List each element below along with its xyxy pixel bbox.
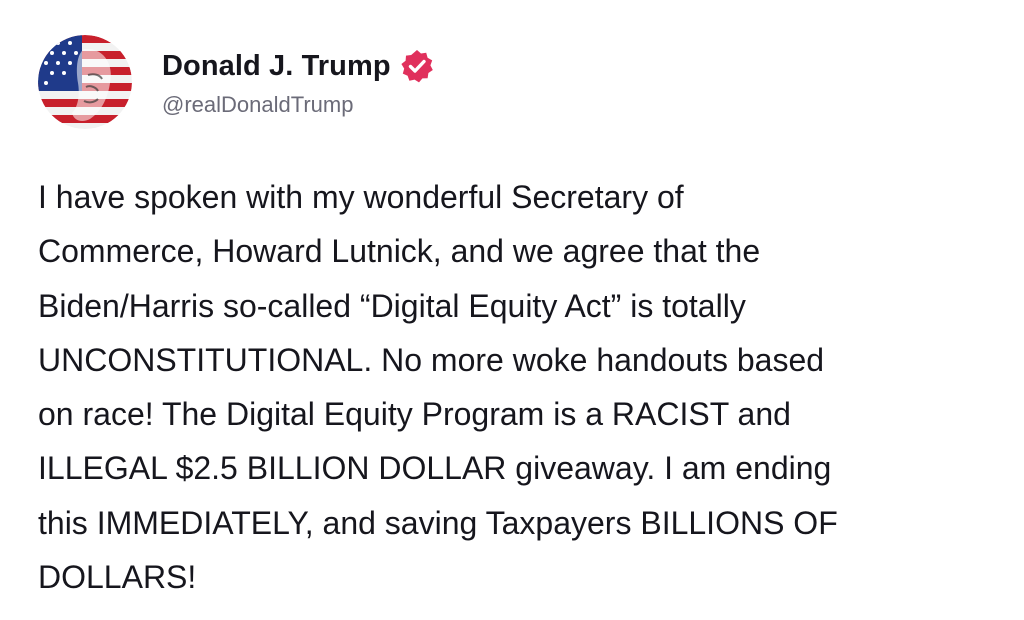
author-display-name[interactable]: Donald J. Trump xyxy=(162,50,391,83)
post-line: I have spoken with my wonderful Secretar… xyxy=(38,179,684,215)
verified-badge-icon xyxy=(399,48,435,84)
post-body: I have spoken with my wonderful Secretar… xyxy=(38,170,998,604)
post-line: UNCONSTITUTIONAL. No more woke handouts … xyxy=(38,341,825,378)
post-card: Donald J. Trump @realDonaldTrump I have … xyxy=(0,0,1024,620)
post-line: Biden/Harris so-called “Digital Equity A… xyxy=(38,287,746,324)
author-avatar[interactable] xyxy=(38,35,132,129)
name-row: Donald J. Trump xyxy=(162,46,435,86)
post-line: Commerce, Howard Lutnick, and we agree t… xyxy=(38,233,761,270)
author-handle[interactable]: @realDonaldTrump xyxy=(162,92,435,118)
post-line: DOLLARS! xyxy=(38,559,197,596)
post-line: this IMMEDIATELY, and saving Taxpayers B… xyxy=(38,504,838,541)
author-identity: Donald J. Trump @realDonaldTrump xyxy=(162,46,435,118)
post-header: Donald J. Trump @realDonaldTrump xyxy=(38,34,435,130)
user-avatar-icon xyxy=(38,35,132,129)
post-line: ILLEGAL $2.5 BILLION DOLLAR giveaway. I … xyxy=(38,450,832,487)
post-line: on race! The Digital Equity Program is a… xyxy=(38,396,791,433)
